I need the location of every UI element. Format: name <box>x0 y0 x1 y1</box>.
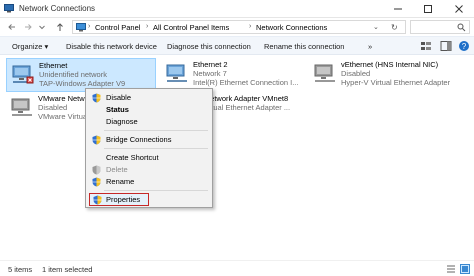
help-button[interactable]: ? <box>458 40 470 52</box>
network-adapter-disabled-icon <box>313 62 337 84</box>
refresh-icon[interactable]: ↻ <box>391 23 398 32</box>
change-view-button[interactable] <box>420 40 432 52</box>
shield-icon <box>92 177 101 187</box>
status-bar: 5 items 1 item selected <box>0 260 474 276</box>
search-icon <box>457 23 466 32</box>
shield-icon <box>93 195 102 205</box>
disable-device-button[interactable]: Disable this network device <box>66 42 157 51</box>
adapter-name: vEthernet (HNS Internal NIC) <box>341 60 439 69</box>
menu-item-label: Delete <box>106 165 128 174</box>
connections-list: Ethernet Unidentified network TAP-Window… <box>0 55 474 260</box>
breadcrumb-network-connections[interactable]: Network Connections <box>256 23 327 32</box>
adapter-name: Ethernet 2 <box>193 60 228 69</box>
forward-button[interactable] <box>22 21 34 33</box>
shield-icon <box>92 135 101 145</box>
chevron-right-icon: › <box>146 23 149 30</box>
preview-pane-button[interactable] <box>440 40 452 52</box>
help-icon: ? <box>459 41 469 51</box>
preview-pane-icon <box>440 41 452 51</box>
large-icons-view-icon <box>460 264 470 274</box>
menu-item-bridge-connections[interactable]: Bridge Connections <box>86 134 212 146</box>
menu-item-status[interactable]: Status <box>86 104 212 116</box>
back-button[interactable] <box>6 21 18 33</box>
shield-icon <box>92 93 101 103</box>
minimize-icon <box>393 8 402 10</box>
adapter-vethernet-hns[interactable]: vEthernet (HNS Internal NIC) Disabled Hy… <box>309 58 469 92</box>
close-icon <box>455 5 463 13</box>
menu-item-diagnose[interactable]: Diagnose <box>86 116 212 128</box>
breadcrumb-control-panel[interactable]: Control Panel <box>95 23 140 32</box>
address-dropdown-icon[interactable]: ⌄ <box>373 23 379 31</box>
organize-button[interactable]: Organize ▾ <box>12 42 48 51</box>
window-title: Network Connections <box>19 4 96 13</box>
menu-separator <box>104 190 208 191</box>
menu-item-label: Status <box>106 105 129 114</box>
up-button[interactable] <box>54 21 66 33</box>
adapter-status: Disabled <box>38 103 68 112</box>
menu-item-label: Bridge Connections <box>106 135 172 144</box>
menu-item-properties[interactable]: Properties <box>89 193 149 206</box>
adapter-status: Unidentified network <box>39 70 107 79</box>
maximize-icon <box>423 5 432 13</box>
adapter-device: Intel(R) Ethernet Connection I... <box>193 78 299 87</box>
menu-item-disable[interactable]: Disable <box>86 92 212 104</box>
forward-arrow-icon <box>25 24 32 30</box>
menu-item-rename[interactable]: Rename <box>86 176 212 188</box>
item-count: 5 items <box>8 265 33 274</box>
view-options-icon <box>421 42 431 50</box>
breadcrumb-all-items[interactable]: All Control Panel Items <box>153 23 229 32</box>
menu-item-label: Rename <box>106 177 135 186</box>
adapter-status: Disabled <box>341 69 371 78</box>
network-adapter-disabled-icon <box>10 96 34 118</box>
adapter-name: Ethernet <box>39 61 68 70</box>
chevron-down-icon <box>39 25 45 30</box>
shield-icon <box>92 165 101 175</box>
menu-item-create-shortcut[interactable]: Create Shortcut <box>86 152 212 164</box>
selection-count: 1 item selected <box>42 265 93 274</box>
details-view-button[interactable] <box>446 264 456 274</box>
network-adapter-icon <box>165 62 189 84</box>
more-commands-button[interactable]: » <box>368 42 372 51</box>
adapter-ethernet-2[interactable]: Ethernet 2 Network 7 Intel(R) Ethernet C… <box>161 58 306 92</box>
details-view-icon <box>447 265 455 273</box>
large-icons-view-button[interactable] <box>460 264 470 274</box>
adapter-device: TAP-Windows Adapter V9 <box>39 79 126 88</box>
adapter-status: Network 7 <box>193 69 227 78</box>
network-adapter-icon <box>11 63 35 85</box>
menu-separator <box>104 148 208 149</box>
svg-text:?: ? <box>462 42 467 51</box>
menu-item-label: Diagnose <box>106 117 138 126</box>
context-menu: Disable Status Diagnose Bridge Connectio… <box>85 88 213 208</box>
address-bar[interactable]: › Control Panel › All Control Panel Item… <box>72 20 406 34</box>
command-bar: Organize ▾ Disable this network device D… <box>0 36 474 55</box>
up-arrow-icon <box>57 23 63 31</box>
maximize-button[interactable] <box>414 0 441 18</box>
title-bar: Network Connections <box>0 0 474 18</box>
menu-item-delete: Delete <box>86 164 212 176</box>
rename-connection-button[interactable]: Rename this connection <box>264 42 344 51</box>
network-connections-icon <box>4 4 14 13</box>
menu-separator <box>104 130 208 131</box>
chevron-right-icon: › <box>249 23 252 30</box>
chevron-right-icon: › <box>88 23 91 30</box>
adapter-device: VMware Virtual <box>38 112 89 121</box>
search-input[interactable] <box>410 20 470 34</box>
menu-item-label: Disable <box>106 93 132 102</box>
adapter-ethernet[interactable]: Ethernet Unidentified network TAP-Window… <box>6 58 156 92</box>
minimize-button[interactable] <box>384 0 411 18</box>
menu-item-label: Properties <box>106 195 141 204</box>
computer-icon <box>76 23 86 32</box>
adapter-device: Hyper-V Virtual Ethernet Adapter <box>341 78 451 87</box>
recent-locations-button[interactable] <box>38 21 46 33</box>
menu-item-label: Create Shortcut <box>106 153 159 162</box>
close-button[interactable] <box>444 0 474 18</box>
back-arrow-icon <box>8 24 15 30</box>
address-row: › Control Panel › All Control Panel Item… <box>0 18 474 36</box>
diagnose-connection-button[interactable]: Diagnose this connection <box>167 42 251 51</box>
